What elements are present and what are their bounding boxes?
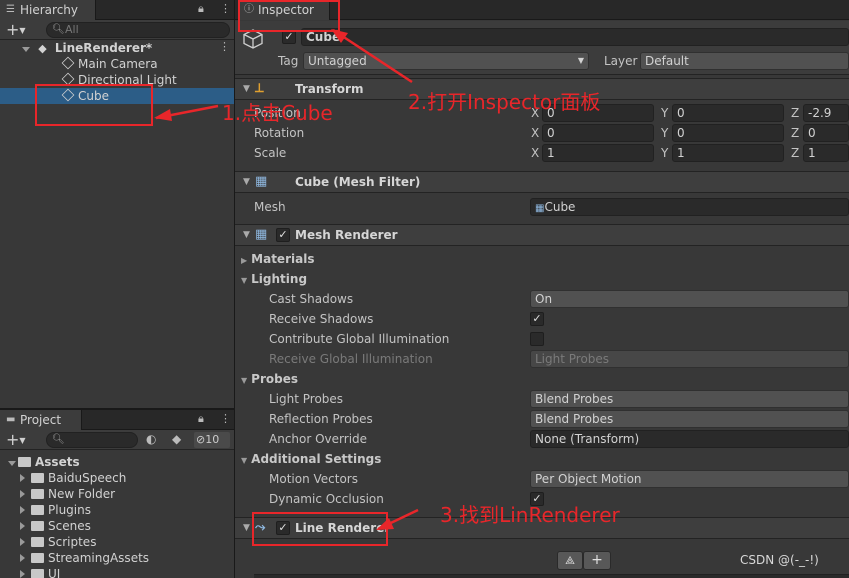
annotation-arrowhead-1 — [154, 109, 172, 121]
watermark: CSDN @(-_-!) — [740, 553, 819, 567]
annotation-step1: 1.点击Cube — [222, 101, 333, 125]
annotation-step3: 3.找到LinRenderer — [440, 503, 620, 527]
annotation-arrow-2 — [332, 28, 413, 84]
annotation-arrowhead-2 — [331, 29, 348, 43]
annotation-arrowhead-3 — [376, 518, 394, 530]
annotation-step2: 2.打开Inspector面板 — [408, 90, 601, 114]
